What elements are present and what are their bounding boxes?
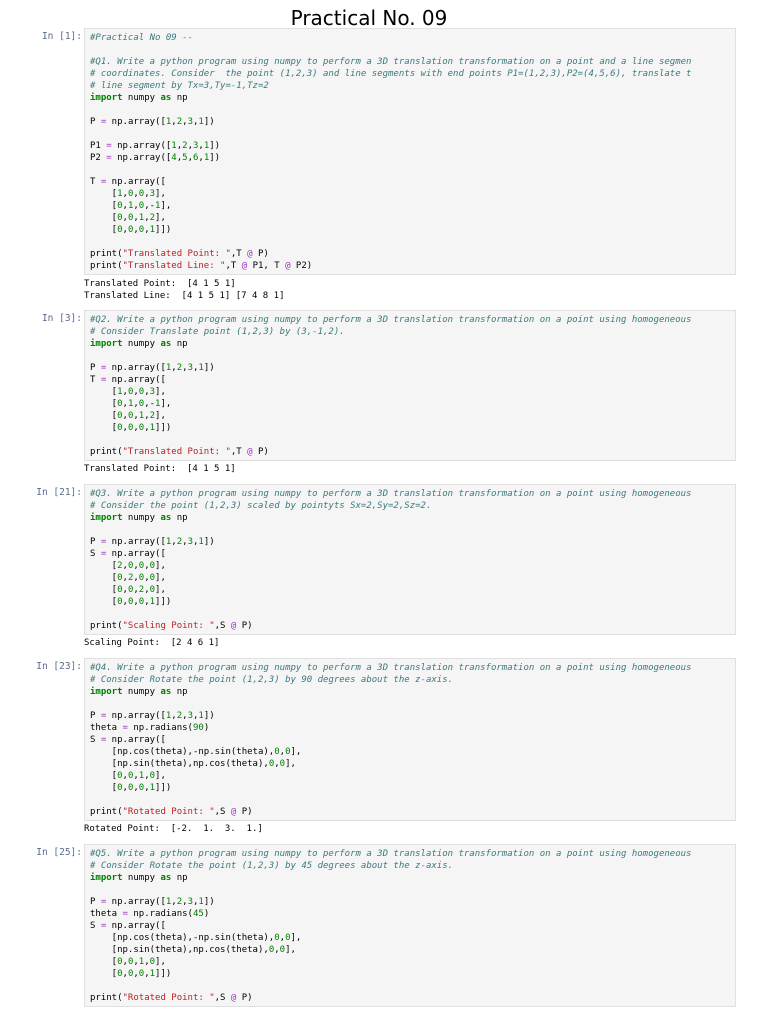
code-line: [0,0,0,1]]) bbox=[90, 783, 172, 793]
code-line: P = np.array([1,2,3,1]) bbox=[90, 537, 215, 547]
cell-prompt: In [1]: bbox=[41, 31, 82, 42]
cell-prompt: In [23]: bbox=[36, 661, 82, 672]
code-line: [0,0,0,1]]) bbox=[90, 969, 172, 979]
code-line: import numpy as np bbox=[90, 339, 188, 349]
code-line: P = np.array([1,2,3,1]) bbox=[90, 117, 215, 127]
code-line: S = np.array([ bbox=[90, 921, 166, 931]
code-cell[interactable]: #Q5. Write a python program using numpy … bbox=[84, 844, 736, 1007]
code-line: T = np.array([ bbox=[90, 375, 166, 385]
code-line: # coordinates. Consider the point (1,2,3… bbox=[90, 69, 692, 79]
code-line: #Q4. Write a python program using numpy … bbox=[90, 663, 692, 673]
code-line: [0,0,1,2], bbox=[90, 213, 166, 223]
cell-output: Translated Point: [4 1 5 1] bbox=[84, 463, 236, 475]
cell-output: Scaling Point: [2 4 6 1] bbox=[84, 637, 219, 649]
code-line: #Q2. Write a python program using numpy … bbox=[90, 315, 692, 325]
code-line: print("Rotated Point: ",S @ P) bbox=[90, 993, 253, 1003]
code-line: print("Translated Point: ",T @ P) bbox=[90, 249, 269, 259]
code-line: P = np.array([1,2,3,1]) bbox=[90, 897, 215, 907]
code-line: [0,2,0,0], bbox=[90, 573, 166, 583]
code-line: # line segment by Tx=3,Ty=-1,Tz=2 bbox=[90, 81, 269, 91]
code-line: [np.cos(theta),-np.sin(theta),0,0], bbox=[90, 933, 302, 943]
code-line: [0,0,0,1]]) bbox=[90, 597, 172, 607]
output-line: Translated Point: [4 1 5 1] bbox=[84, 464, 236, 474]
code-cell[interactable]: #Q3. Write a python program using numpy … bbox=[84, 484, 736, 635]
code-line: theta = np.radians(45) bbox=[90, 909, 210, 919]
code-line: # Consider Translate point (1,2,3) by (3… bbox=[90, 327, 345, 337]
code-line: [1,0,0,3], bbox=[90, 387, 166, 397]
code-line: # Consider Rotate the point (1,2,3) by 4… bbox=[90, 861, 454, 871]
code-line: [0,0,1,0], bbox=[90, 771, 166, 781]
code-line: P = np.array([1,2,3,1]) bbox=[90, 363, 215, 373]
code-line: theta = np.radians(90) bbox=[90, 723, 210, 733]
code-line: # Consider Rotate the point (1,2,3) by 9… bbox=[90, 675, 454, 685]
cell-prompt: In [21]: bbox=[36, 487, 82, 498]
code-line: #Practical No 09 -- bbox=[90, 33, 193, 43]
code-line: import numpy as np bbox=[90, 687, 188, 697]
code-line: [1,0,0,3], bbox=[90, 189, 166, 199]
code-cell[interactable]: #Q4. Write a python program using numpy … bbox=[84, 658, 736, 821]
code-line: [0,1,0,-1], bbox=[90, 399, 172, 409]
code-line: [0,0,1,0], bbox=[90, 957, 166, 967]
output-line: Translated Point: [4 1 5 1] bbox=[84, 279, 236, 289]
code-line: S = np.array([ bbox=[90, 735, 166, 745]
output-line: Scaling Point: [2 4 6 1] bbox=[84, 638, 220, 648]
code-line: [0,0,1,2], bbox=[90, 411, 166, 421]
code-line: import numpy as np bbox=[90, 873, 188, 883]
code-line: print("Scaling Point: ",S @ P) bbox=[90, 621, 253, 631]
code-line: print("Rotated Point: ",S @ P) bbox=[90, 807, 253, 817]
code-line: # Consider the point (1,2,3) scaled by p… bbox=[90, 501, 432, 511]
code-line: import numpy as np bbox=[90, 93, 188, 103]
output-line: Translated Line: [4 1 5 1] [7 4 8 1] bbox=[84, 291, 285, 301]
code-line: print("Translated Point: ",T @ P) bbox=[90, 447, 269, 457]
cell-output: Rotated Point: [-2. 1. 3. 1.] bbox=[84, 823, 263, 835]
code-line: [2,0,0,0], bbox=[90, 561, 166, 571]
code-line: S = np.array([ bbox=[90, 549, 166, 559]
cell-prompt: In [3]: bbox=[41, 313, 82, 324]
code-cell[interactable]: #Practical No 09 -- #Q1. Write a python … bbox=[84, 28, 736, 275]
code-line: P2 = np.array([4,5,6,1]) bbox=[90, 153, 221, 163]
code-line: T = np.array([ bbox=[90, 177, 166, 187]
cell-prompt: In [25]: bbox=[36, 847, 82, 858]
code-line: print("Translated Line: ",T @ P1, T @ P2… bbox=[90, 261, 313, 271]
code-line: [np.sin(theta),np.cos(theta),0,0], bbox=[90, 759, 296, 769]
code-line: P1 = np.array([1,2,3,1]) bbox=[90, 141, 221, 151]
output-line: Rotated Point: [-2. 1. 3. 1.] bbox=[84, 824, 263, 834]
cell-output: Translated Point: [4 1 5 1] Translated Li… bbox=[84, 278, 284, 302]
code-line: [0,1,0,-1], bbox=[90, 201, 172, 211]
code-line: [np.cos(theta),-np.sin(theta),0,0], bbox=[90, 747, 302, 757]
code-line: [0,0,0,1]]) bbox=[90, 225, 172, 235]
code-line: #Q3. Write a python program using numpy … bbox=[90, 489, 692, 499]
code-line: #Q5. Write a python program using numpy … bbox=[90, 849, 692, 859]
code-line: import numpy as np bbox=[90, 513, 188, 523]
code-line: P = np.array([1,2,3,1]) bbox=[90, 711, 215, 721]
code-line: [0,0,0,1]]) bbox=[90, 423, 172, 433]
code-line: [0,0,2,0], bbox=[90, 585, 166, 595]
code-line: [np.sin(theta),np.cos(theta),0,0], bbox=[90, 945, 296, 955]
code-line: #Q1. Write a python program using numpy … bbox=[90, 57, 692, 67]
page-title: Practical No. 09 bbox=[290, 6, 448, 30]
code-cell[interactable]: #Q2. Write a python program using numpy … bbox=[84, 310, 736, 461]
